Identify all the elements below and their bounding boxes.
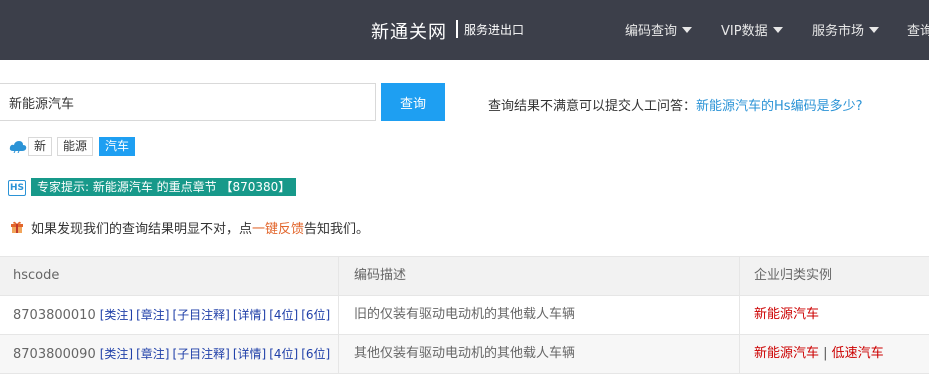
description-cell: 其他仅装有驱动电动机的其他载人车辆 (339, 335, 740, 374)
example-link[interactable]: 新能源汽车 (754, 346, 819, 361)
tag-word-3[interactable]: 汽车 (99, 137, 136, 156)
chevron-down-icon (772, 26, 783, 33)
link-details[interactable]: [详情] (233, 347, 266, 361)
nav-vip-data-label: VIP数据 (721, 24, 768, 39)
link-details[interactable]: [详情] (233, 308, 266, 322)
nav-vip-data[interactable]: VIP数据 (721, 20, 783, 39)
link-section-note[interactable]: [类注] (100, 308, 133, 322)
results-table: hscode 编码描述 企业归类实例 8703800010 [类注] [章注] [子目… (0, 256, 929, 374)
search-input[interactable] (0, 83, 376, 121)
hscode-value[interactable]: 8703800090 (13, 347, 96, 362)
table-header-row: hscode 编码描述 企业归类实例 (0, 257, 929, 296)
tag-word-1[interactable]: 新 (28, 137, 53, 156)
feedback-link[interactable]: 一键反馈 (252, 222, 304, 237)
expert-tip-badge[interactable]: 专家提示: 新能源汽车 的重点章节 【870380】 (31, 178, 297, 196)
feedback-notice: 如果发现我们的查询结果明显不对，点一键反馈告知我们。 (31, 218, 369, 237)
cloud-icon (9, 141, 27, 153)
example-link[interactable]: 低速汽车 (832, 346, 884, 361)
feedback-text-before: 如果发现我们的查询结果明显不对，点 (31, 222, 253, 237)
link-chapter-note[interactable]: [章注] (136, 347, 169, 361)
nav-query-label: 查询 (907, 24, 929, 39)
link-6-digit[interactable]: [6位] (301, 347, 330, 361)
table-row: 8703800090 [类注] [章注] [子目注释] [详情] [4位] [6位] 其他仅… (0, 335, 929, 374)
chevron-down-icon (682, 26, 693, 33)
nav-query[interactable]: 查询 (907, 20, 929, 39)
examples-cell: 新能源汽车 (740, 296, 929, 335)
nav-service-market-label: 服务市场 (812, 24, 865, 39)
hs-icon: HS (8, 180, 26, 196)
manual-qa-link[interactable]: 新能源汽车的Hs编码是多少? (696, 99, 862, 114)
hscode-cell: 8703800090 [类注] [章注] [子目注释] [详情] [4位] [6位] (0, 335, 339, 374)
chevron-down-icon (869, 26, 880, 33)
top-nav-bar: 新通关网 服务进出口 编码查询 VIP数据 服务市场 查询 (0, 0, 929, 60)
table-row: 8703800010 [类注] [章注] [子目注释] [详情] [4位] [6位] 旧的仅… (0, 296, 929, 335)
link-6-digit[interactable]: [6位] (301, 308, 330, 322)
search-button[interactable]: 查询 (381, 83, 445, 121)
manual-qa-hint-text: 查询结果不满意可以提交人工问答： (488, 99, 697, 114)
example-separator: | (823, 346, 832, 361)
link-subheading-note[interactable]: [子目注释] (172, 308, 229, 322)
description-cell: 旧的仅装有驱动电动机的其他载人车辆 (339, 296, 740, 335)
site-brand[interactable]: 新通关网 (371, 18, 447, 44)
feedback-text-after: 告知我们。 (304, 222, 370, 237)
link-subheading-note[interactable]: [子目注释] (172, 347, 229, 361)
column-header-description: 编码描述 (339, 257, 740, 296)
link-section-note[interactable]: [类注] (100, 347, 133, 361)
brand-divider (456, 20, 458, 38)
examples-cell: 新能源汽车 | 低速汽车 (740, 335, 929, 374)
link-4-digit[interactable]: [4位] (269, 347, 298, 361)
nav-service-market[interactable]: 服务市场 (812, 20, 880, 39)
link-4-digit[interactable]: [4位] (269, 308, 298, 322)
gift-icon (11, 221, 23, 233)
example-link[interactable]: 新能源汽车 (754, 307, 819, 322)
link-chapter-note[interactable]: [章注] (136, 308, 169, 322)
column-header-examples: 企业归类实例 (754, 268, 833, 283)
hscode-cell: 8703800010 [类注] [章注] [子目注释] [详情] [4位] [6位] (0, 296, 339, 335)
hscode-value[interactable]: 8703800010 (13, 308, 96, 323)
column-header-hscode: hscode (0, 257, 339, 296)
tag-word-2[interactable]: 能源 (57, 137, 94, 156)
nav-code-query[interactable]: 编码查询 (625, 20, 693, 39)
manual-qa-hint: 查询结果不满意可以提交人工问答：新能源汽车的Hs编码是多少? (488, 95, 862, 114)
nav-code-query-label: 编码查询 (625, 24, 678, 39)
site-slogan: 服务进出口 (464, 23, 525, 37)
